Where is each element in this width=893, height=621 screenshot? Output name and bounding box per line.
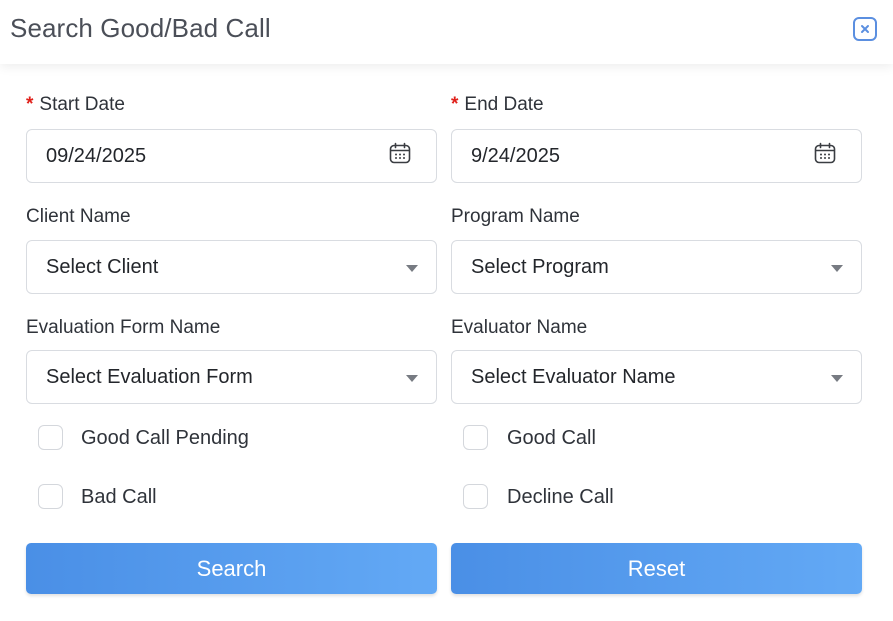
bad-call-checkbox[interactable]: [38, 484, 63, 509]
close-icon: [861, 25, 869, 33]
evaluation-form-value: Select Evaluation Form: [46, 366, 253, 388]
client-name-value: Select Client: [46, 256, 159, 278]
dialog-header: Search Good/Bad Call: [0, 0, 893, 64]
client-name-select[interactable]: Select Client: [26, 240, 437, 294]
chevron-down-icon: [406, 375, 418, 382]
good-call-label: Good Call: [507, 427, 596, 449]
end-date-input[interactable]: 9/24/2025: [451, 129, 862, 183]
chevron-down-icon: [831, 375, 843, 382]
program-name-label: Program Name: [451, 206, 580, 227]
required-asterisk: *: [451, 94, 459, 115]
chevron-down-icon: [831, 265, 843, 272]
good-call-pending-label: Good Call Pending: [81, 427, 249, 449]
chevron-down-icon: [406, 265, 418, 272]
start-date-label: * Start Date: [26, 94, 125, 116]
evaluator-name-select[interactable]: Select Evaluator Name: [451, 350, 862, 404]
good-call-pending-checkbox[interactable]: [38, 425, 63, 450]
program-name-value: Select Program: [471, 256, 609, 278]
calendar-icon[interactable]: [813, 141, 837, 165]
start-date-value: 09/24/2025: [46, 145, 147, 167]
good-call-checkbox[interactable]: [463, 425, 488, 450]
program-name-select[interactable]: Select Program: [451, 240, 862, 294]
decline-call-label: Decline Call: [507, 486, 614, 508]
evaluator-name-value: Select Evaluator Name: [471, 366, 676, 388]
evaluation-form-label: Evaluation Form Name: [26, 317, 221, 338]
start-date-label-text: Start Date: [39, 94, 125, 115]
dialog-title: Search Good/Bad Call: [10, 13, 271, 43]
start-date-input[interactable]: 09/24/2025: [26, 129, 437, 183]
end-date-value: 9/24/2025: [471, 145, 560, 167]
search-button[interactable]: Search: [26, 543, 437, 594]
evaluation-form-select[interactable]: Select Evaluation Form: [26, 350, 437, 404]
reset-button[interactable]: Reset: [451, 543, 862, 594]
evaluator-name-label: Evaluator Name: [451, 317, 588, 338]
close-button[interactable]: [853, 17, 877, 41]
calendar-icon[interactable]: [388, 141, 412, 165]
decline-call-checkbox[interactable]: [463, 484, 488, 509]
end-date-label-text: End Date: [464, 94, 544, 115]
bad-call-label: Bad Call: [81, 486, 157, 508]
required-asterisk: *: [26, 94, 34, 115]
client-name-label: Client Name: [26, 206, 131, 227]
end-date-label: * End Date: [451, 94, 544, 116]
